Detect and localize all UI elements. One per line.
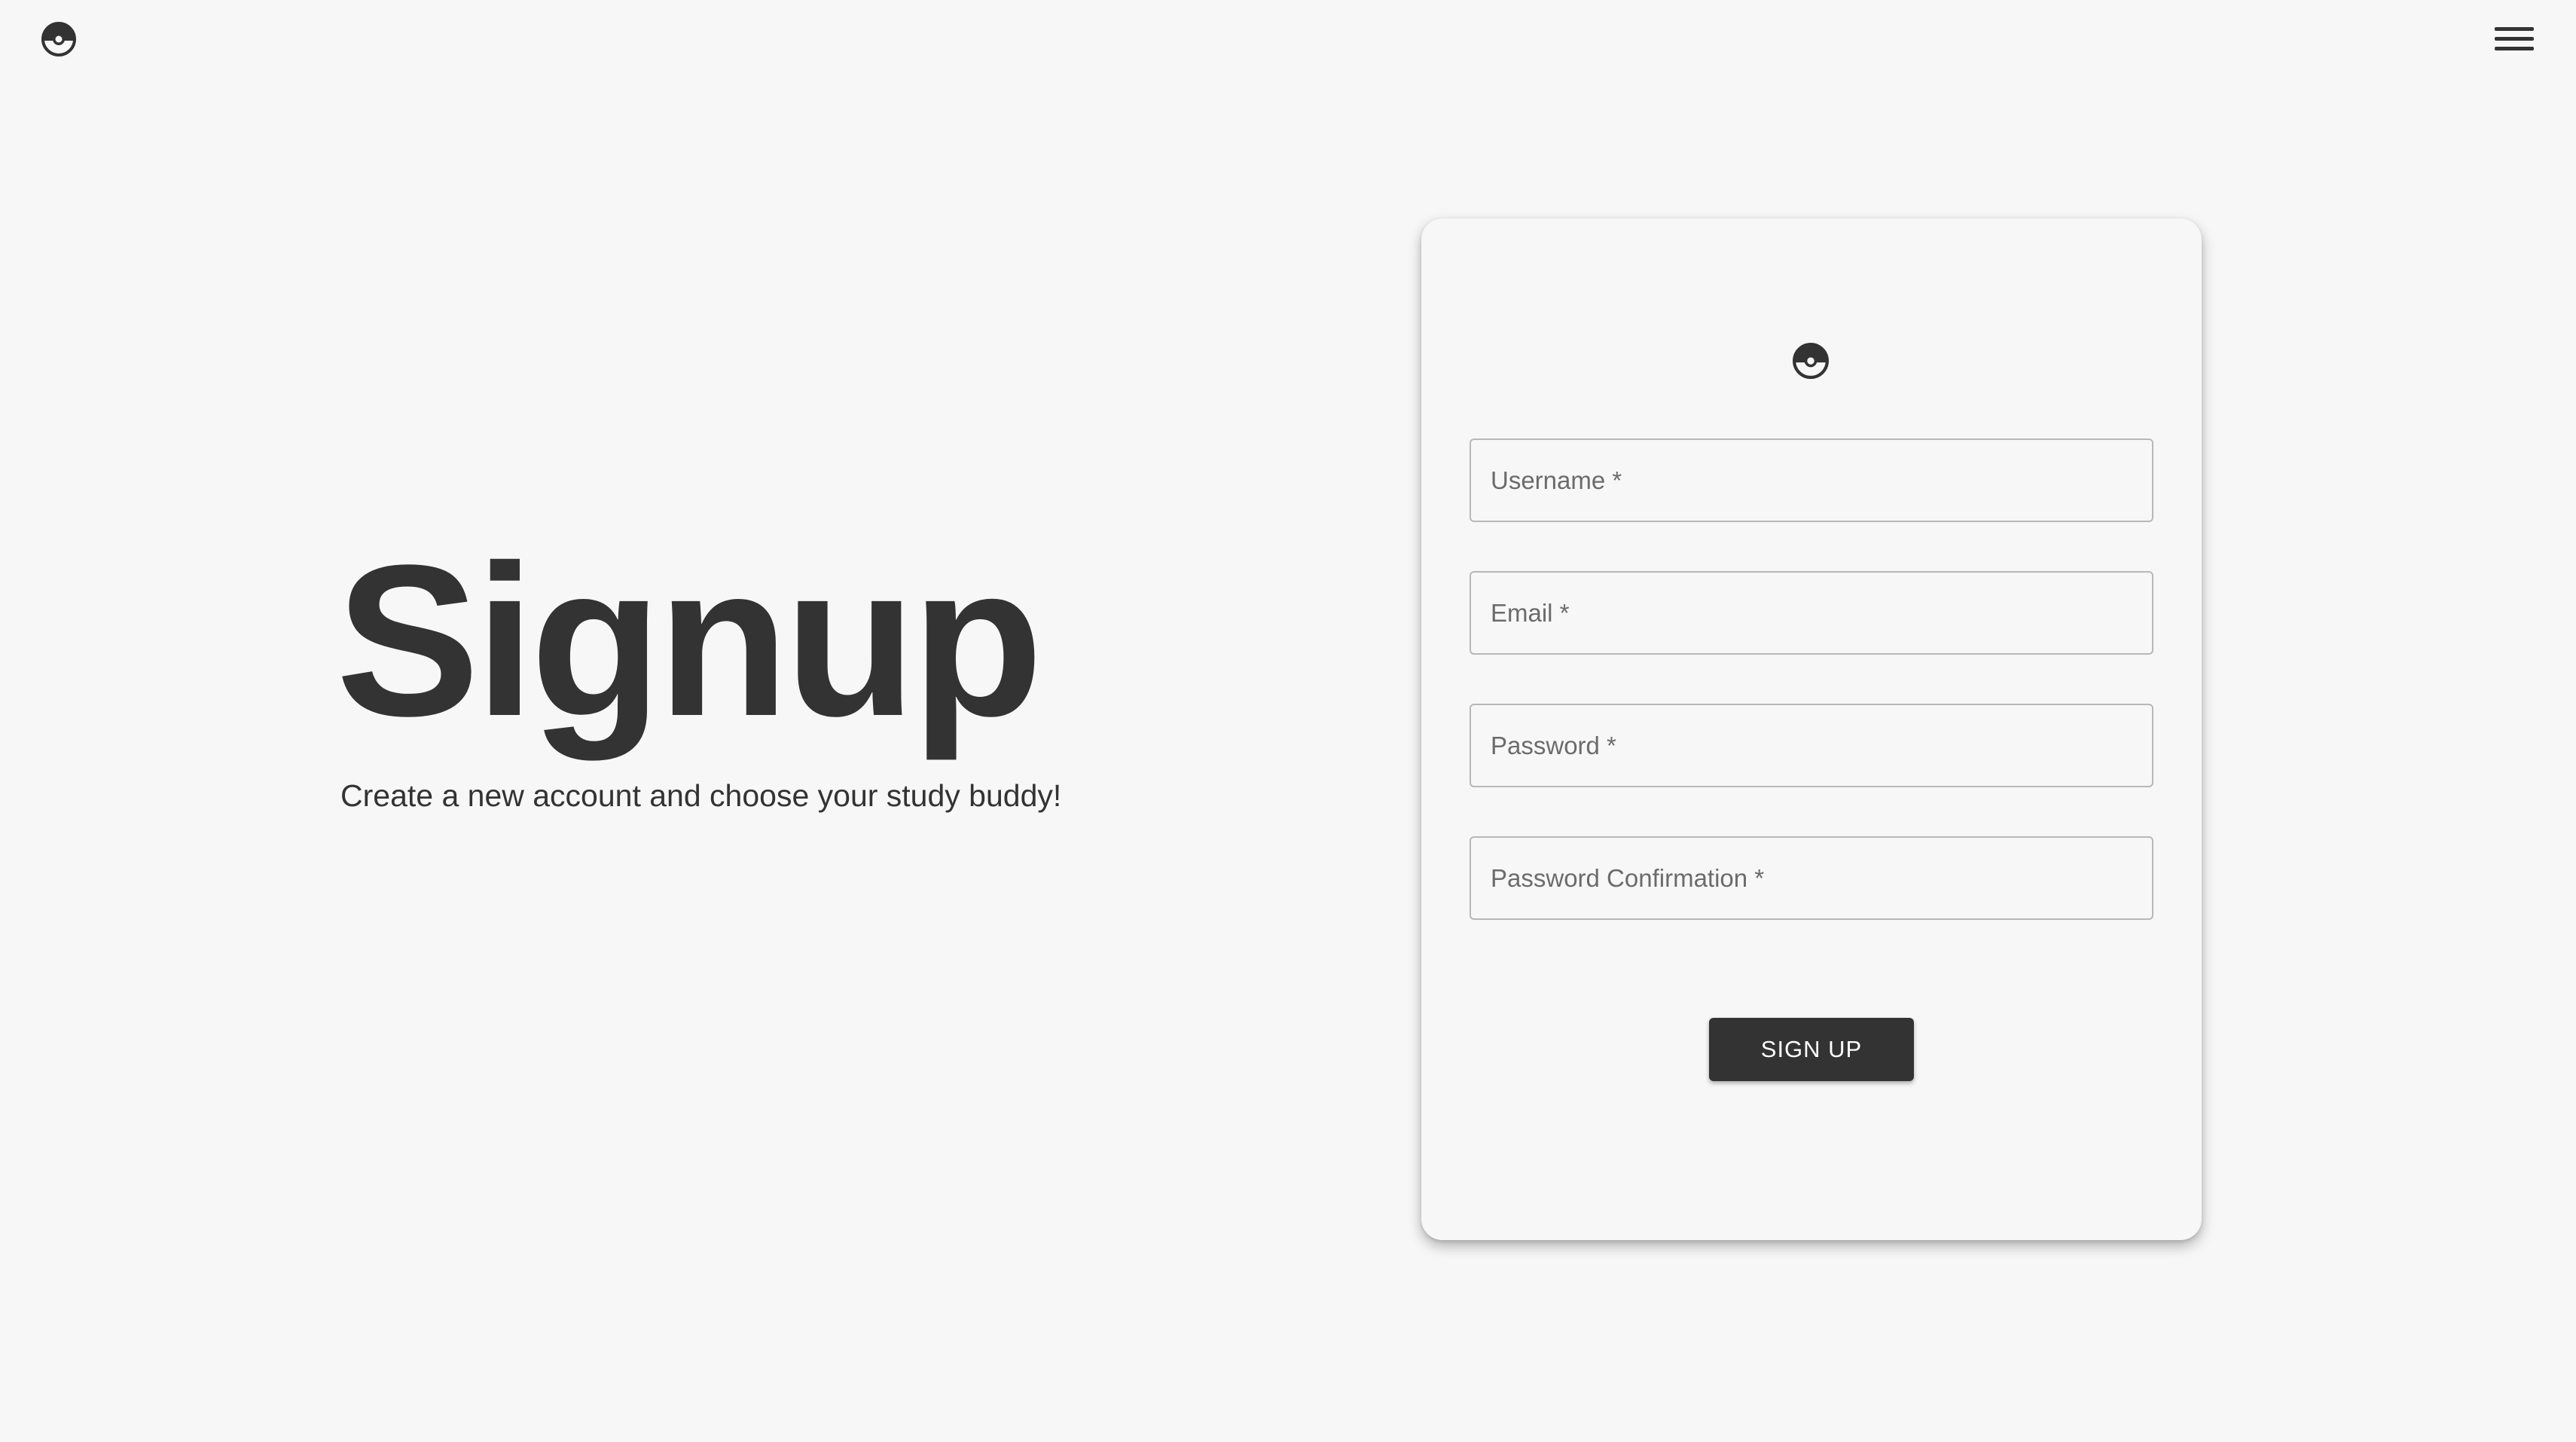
menu-line bbox=[2495, 27, 2534, 31]
password-field-box bbox=[1470, 704, 2153, 787]
signup-page: Signup Create a new account and choose y… bbox=[0, 0, 2576, 1442]
password-confirmation-field-box bbox=[1470, 836, 2153, 920]
page-title: Signup bbox=[336, 520, 1043, 761]
email-field-box bbox=[1470, 571, 2153, 655]
pokeball-icon[interactable] bbox=[41, 21, 77, 57]
pokeball-icon bbox=[1792, 342, 1830, 380]
username-field[interactable] bbox=[1471, 440, 2152, 521]
username-field-box bbox=[1470, 438, 2153, 522]
menu-line bbox=[2495, 37, 2534, 41]
menu-line bbox=[2495, 47, 2534, 50]
signup-button[interactable]: SIGN UP bbox=[1709, 1018, 1914, 1081]
hamburger-menu-icon[interactable] bbox=[2493, 23, 2535, 56]
password-field[interactable] bbox=[1471, 705, 2152, 786]
email-field[interactable] bbox=[1471, 573, 2152, 653]
signup-card: SIGN UP bbox=[1421, 218, 2202, 1240]
password-confirmation-field[interactable] bbox=[1471, 838, 2152, 918]
page-subtitle: Create a new account and choose your stu… bbox=[340, 778, 1062, 813]
